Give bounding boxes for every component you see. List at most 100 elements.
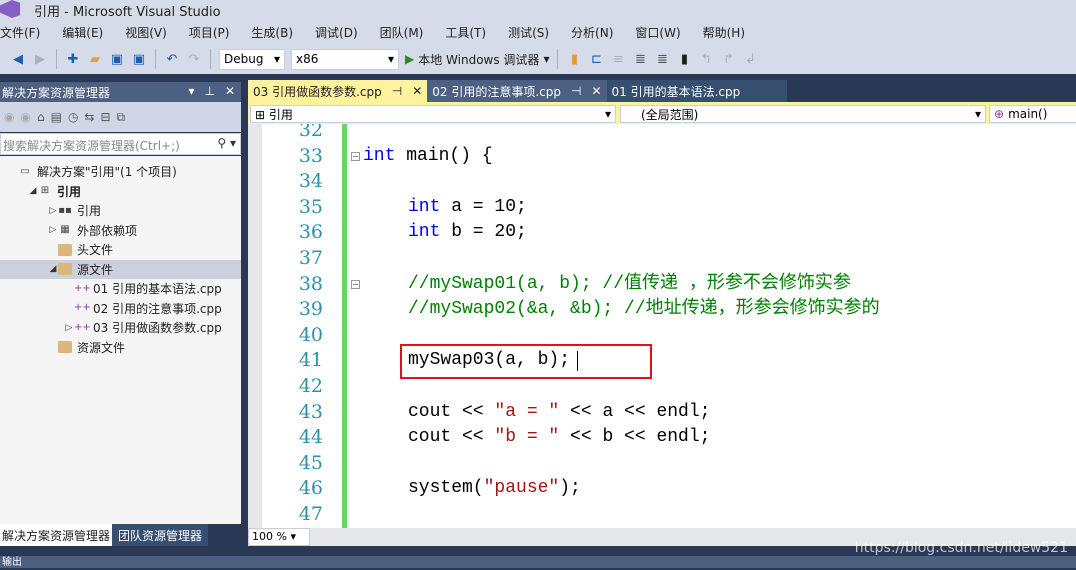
pin-icon[interactable]: ⊣: [392, 84, 402, 98]
search-placeholder: 搜索解决方案资源管理器(Ctrl+;): [3, 139, 180, 153]
tree-item[interactable]: ++ 02 引用的注意事项.cpp: [0, 299, 241, 318]
collapsed-arrow-icon[interactable]: ▷: [48, 225, 58, 235]
close-icon[interactable]: ✕: [225, 84, 235, 98]
chevron-down-icon[interactable]: ▾: [188, 84, 194, 98]
forward-icon[interactable]: ◉: [20, 110, 30, 124]
code-editor[interactable]: 32 33− int main() {34 35 int a = 10; 36 int b …: [248, 124, 1076, 528]
tree-item[interactable]: ◢ 源文件: [0, 259, 241, 279]
output-panel-header[interactable]: 输出: [0, 556, 1076, 568]
tab-file-01[interactable]: 01 引用的基本语法.cpp: [606, 80, 787, 102]
sync-icon[interactable]: ⇆: [84, 110, 94, 124]
undo-icon[interactable]: ↶: [164, 51, 180, 67]
menu-item[interactable]: 视图(V): [125, 24, 167, 41]
code-line: int main() {: [363, 144, 493, 170]
tree-item-label: 引用: [77, 204, 102, 218]
tree-item-label: 资源文件: [77, 340, 126, 355]
prev-bookmark-icon[interactable]: ↰: [698, 51, 714, 67]
open-file-icon[interactable]: ▰: [87, 51, 103, 67]
show-all-files-icon[interactable]: ⧉: [117, 110, 126, 125]
find-icon[interactable]: ▮: [566, 51, 582, 67]
menu-item[interactable]: 文件(F): [0, 24, 40, 41]
tree-item[interactable]: 资源文件: [0, 338, 241, 357]
project-select[interactable]: ⊞ 引用 ▾: [250, 105, 616, 123]
toolbar: ◀ ▶ ✚ ▰ ▣ ▣ ↶ ↷ Debug ▾ x86 ▾ ▶ 本地 Windows …: [0, 44, 1076, 74]
code-token: int: [363, 145, 396, 166]
collapse-icon[interactable]: −: [351, 279, 360, 289]
member-select[interactable]: ⊕ main(): [989, 105, 1076, 123]
solution-search-input[interactable]: 搜索解决方案资源管理器(Ctrl+;) ⚲ ▾: [0, 133, 241, 155]
function-icon: ⊕: [994, 107, 1005, 121]
tree-item-label: 头文件: [77, 243, 114, 257]
collapsed-arrow-icon[interactable]: ▷: [48, 206, 58, 216]
tree-item[interactable]: 头文件: [0, 240, 241, 259]
close-icon[interactable]: ✕: [591, 84, 601, 98]
expanded-arrow-icon[interactable]: ◢: [48, 264, 58, 274]
menu-item[interactable]: 测试(S): [508, 24, 549, 41]
line-number: 47: [298, 503, 323, 525]
tree-item[interactable]: ▭ 解决方案"引用"(1 个项目): [0, 162, 241, 181]
line-number: 40: [298, 323, 323, 346]
line-number: 43: [298, 400, 323, 423]
tree-item[interactable]: ◢ ⊞ 引用: [0, 182, 241, 201]
menu-item[interactable]: 调试(D): [315, 24, 358, 41]
bookmark-icon[interactable]: ▮: [676, 51, 692, 67]
tree-item[interactable]: ▷ ▦ 外部依赖项: [0, 221, 241, 240]
folder-icon: [58, 263, 72, 275]
tree-item[interactable]: ▷ ++ 03 引用做函数参数.cpp: [0, 318, 241, 337]
menu-item[interactable]: 窗口(W): [635, 24, 680, 41]
tree-item[interactable]: ▷ ▪▪ 引用: [0, 201, 241, 220]
save-icon[interactable]: ▣: [109, 51, 125, 67]
tab-team-explorer[interactable]: 团队资源管理器: [112, 524, 209, 546]
new-project-icon[interactable]: ✚: [65, 51, 81, 67]
menu-bar: 文件(F) 编辑(E) 视图(V) 项目(P) 生成(B) 调试(D) 团队(M) 工具(T)…: [0, 20, 1076, 44]
external-deps-icon: ▦: [60, 224, 70, 235]
code-token: a = 10;: [440, 196, 527, 217]
history-icon[interactable]: ◷: [68, 110, 78, 124]
expanded-arrow-icon[interactable]: ◢: [28, 186, 38, 196]
save-all-icon[interactable]: ▣: [131, 51, 147, 67]
document-tabs: 03 引用做函数参数.cpp ⊣ ✕ 02 引用的注意事项.cpp ⊣ ✕ 01 引用的…: [248, 80, 1076, 102]
scope-select[interactable]: (全局范围) ▾: [620, 105, 986, 123]
line-number: 45: [298, 451, 323, 474]
tab-solution-explorer[interactable]: 解决方案资源管理器: [0, 524, 113, 546]
pin-icon[interactable]: ⊣: [571, 84, 581, 98]
collapse-icon[interactable]: −: [351, 151, 360, 161]
uncomment-icon[interactable]: ≣: [654, 51, 670, 67]
forward-icon[interactable]: ▶: [32, 51, 48, 67]
config-select[interactable]: Debug ▾: [219, 48, 285, 70]
menu-item[interactable]: 生成(B): [251, 24, 293, 41]
indent-icon[interactable]: ≡: [610, 51, 626, 67]
pin-icon[interactable]: ⊥: [204, 84, 214, 98]
code-line: cout << "b = " << b << endl;: [408, 425, 710, 451]
collapse-all-icon[interactable]: ⊟: [100, 110, 110, 124]
tab-file-03[interactable]: 03 引用做函数参数.cpp ⊣ ✕: [248, 80, 428, 102]
clear-bookmarks-icon[interactable]: ↲: [742, 51, 758, 67]
redo-icon[interactable]: ↷: [186, 51, 202, 67]
menu-item[interactable]: 分析(N): [571, 24, 613, 41]
code-token: system(: [408, 478, 484, 499]
back-icon[interactable]: ◉: [4, 110, 14, 124]
step-icon[interactable]: ⊏: [588, 51, 604, 67]
back-icon[interactable]: ◀: [10, 51, 26, 67]
tree-item[interactable]: ++ 01 引用的基本语法.cpp: [0, 279, 241, 298]
next-bookmark-icon[interactable]: ↱: [720, 51, 736, 67]
tab-file-02[interactable]: 02 引用的注意事项.cpp ⊣ ✕: [427, 80, 607, 102]
panel-title: 解决方案资源管理器: [2, 86, 111, 100]
menu-item[interactable]: 帮助(H): [703, 24, 745, 41]
divider: [557, 49, 559, 69]
tree-item-label: 01 引用的基本语法.cpp: [93, 282, 222, 296]
divider: [56, 49, 57, 69]
home-icon[interactable]: ⌂: [37, 110, 45, 124]
platform-select[interactable]: x86 ▾: [291, 48, 399, 70]
solution-tree: ▭ 解决方案"引用"(1 个项目) ◢ ⊞ 引用 ▷ ▪▪ 引用 ▷ ▦ 外部依赖项 头文件 ◢ 源文件 +…: [0, 156, 241, 524]
collapsed-arrow-icon[interactable]: ▷: [64, 323, 74, 333]
close-icon[interactable]: ✕: [412, 84, 422, 98]
start-debug-button[interactable]: ▶ 本地 Windows 调试器 ▾: [405, 51, 549, 68]
menu-item[interactable]: 编辑(E): [62, 24, 103, 41]
menu-item[interactable]: 工具(T): [445, 24, 486, 41]
menu-item[interactable]: 项目(P): [189, 24, 230, 41]
menu-item[interactable]: 团队(M): [380, 24, 424, 41]
comment-icon[interactable]: ≣: [632, 51, 648, 67]
switch-views-icon[interactable]: ▤: [51, 110, 62, 124]
zoom-select[interactable]: 100 % ▾: [248, 528, 310, 546]
